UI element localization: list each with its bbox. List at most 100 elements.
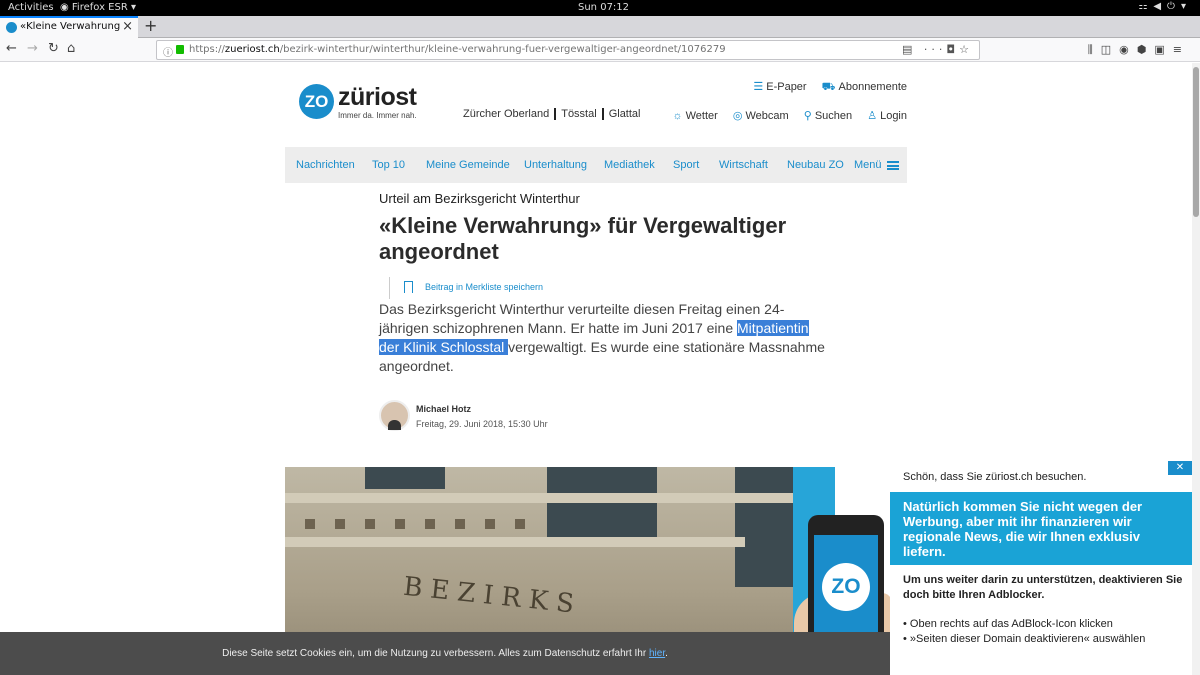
epaper-link[interactable]: ☰ E-Paper (753, 81, 806, 93)
activities-button[interactable]: Activities (8, 2, 54, 13)
url-host: zueriost.ch (224, 44, 280, 55)
adblock-message: Natürlich kommen Sie nicht wegen der Wer… (890, 492, 1192, 565)
photo-dentil (305, 519, 315, 529)
photo-dentil (335, 519, 345, 529)
nav-item[interactable]: Sport (673, 159, 699, 171)
url-actions: ▤ ···◘☆ (902, 43, 973, 56)
photo-ledge (285, 493, 795, 503)
top-links: ☰ E-Paper ⛟ Abonnemente (741, 80, 907, 95)
logo-mark[interactable]: ZO (299, 84, 334, 119)
home-icon[interactable]: ⌂ (67, 41, 75, 56)
article-headline: «Kleine Verwahrung» für Vergewaltiger an… (379, 213, 787, 264)
adblock-step: Oben rechts auf das AdBlock-Icon klicken (903, 617, 1145, 632)
author-avatar[interactable] (379, 400, 410, 431)
sun-icon: ☼ (672, 110, 683, 122)
cookie-banner: Diese Seite setzt Cookies ein, um die Nu… (0, 632, 890, 675)
region-link[interactable]: Tösstal (554, 108, 602, 120)
nav-item[interactable]: Meine Gemeinde (426, 159, 510, 171)
photo-dentil (455, 519, 465, 529)
search-link[interactable]: ⚲ Suchen (804, 110, 852, 122)
info-icon[interactable]: ⓘ (163, 44, 173, 59)
nav-item[interactable]: Neubau ZO (787, 159, 844, 171)
nav-item[interactable]: Unterhaltung (524, 159, 587, 171)
weather-label: Wetter (685, 110, 718, 122)
photo-dentil (365, 519, 375, 529)
system-tray[interactable]: ⚏◀⏻▾ (1138, 1, 1192, 12)
logo-name[interactable]: züriost (338, 83, 417, 112)
star-icon[interactable]: ☆ (959, 43, 973, 56)
library-icon[interactable]: ⫼ (1088, 43, 1101, 56)
volume-icon: ◀ (1153, 1, 1168, 12)
new-tab-icon[interactable]: + (144, 16, 157, 35)
cart-icon: ⛟ (821, 81, 836, 93)
web-page: ZO züriost Immer da. Immer nah. Zürcher … (0, 63, 1192, 675)
epaper-icon: ☰ (753, 81, 764, 93)
login-link[interactable]: ♙ Login (867, 110, 907, 122)
nav-item[interactable]: Nachrichten (296, 159, 355, 171)
photo-window (365, 467, 445, 489)
bookmark-icon[interactable] (404, 281, 413, 293)
privacy-link[interactable]: hier (649, 648, 665, 659)
author-name[interactable]: Michael Hotz (416, 404, 471, 414)
sidebar-icon[interactable]: ◫ (1101, 43, 1119, 56)
nav-item[interactable]: Mediathek (604, 159, 655, 171)
cookie-text-end: . (665, 648, 668, 659)
webcam-label: Webcam (745, 110, 789, 122)
main-navigation: Nachrichten Top 10 Meine Gemeinde Unterh… (285, 147, 907, 183)
article-kicker: Urteil am Bezirksgericht Winterthur (379, 191, 580, 206)
nav-item[interactable]: Top 10 (372, 159, 405, 171)
app-menu[interactable]: ◉ Firefox ESR ▾ (60, 2, 136, 13)
nav-item-menu[interactable]: Menü (854, 159, 882, 171)
abo-link[interactable]: ⛟ Abonnemente (822, 81, 907, 93)
logo-slogan: Immer da. Immer nah. (338, 111, 417, 120)
photo-dentil (515, 519, 525, 529)
adblock-greeting: Schön, dass Sie züriost.ch besuchen. (903, 471, 1087, 483)
navigation-toolbar: ← → ↻ ⌂ ⓘ https://zueriost.ch/bezirk-win… (0, 38, 1200, 62)
lead-text: Das Bezirksgericht Winterthur verurteilt… (379, 301, 785, 336)
reload-icon[interactable]: ↻ (48, 41, 59, 56)
power-icon: ⏻ (1167, 1, 1181, 12)
scrollbar-thumb[interactable] (1193, 67, 1199, 217)
epaper-label: E-Paper (766, 81, 807, 93)
screenshot-icon[interactable]: ▣ (1154, 43, 1172, 56)
webcam-link[interactable]: ◎ Webcam (733, 110, 789, 122)
phone-screen: ZO (814, 535, 878, 641)
pocket-icon[interactable]: ◘ (946, 43, 959, 56)
url-bar[interactable]: ⓘ https://zueriost.ch/bezirk-winterthur/… (156, 40, 980, 60)
photo-dentil (395, 519, 405, 529)
photo-engraving: BEZIRKS (401, 571, 584, 621)
cookie-text: Diese Seite setzt Cookies ein, um die Nu… (222, 648, 649, 659)
adblock-step: »Seiten dieser Domain deaktivieren« ausw… (903, 632, 1145, 647)
adblock-steps: Oben rechts auf das AdBlock-Icon klicken… (903, 617, 1145, 647)
photo-ledge (285, 537, 745, 547)
reader-icon[interactable]: ▤ (902, 43, 916, 56)
system-top-bar: Activities ◉ Firefox ESR ▾ Sun 07:12 ⚏◀⏻… (0, 0, 1200, 16)
weather-link[interactable]: ☼ Wetter (673, 110, 718, 122)
extension-icon[interactable]: ◉ (1119, 43, 1137, 56)
menu-icon[interactable]: ≡ (1173, 43, 1190, 56)
webcam-icon: ◎ (732, 110, 743, 122)
close-icon[interactable]: ✕ (1168, 461, 1192, 475)
abo-label: Abonnemente (838, 81, 908, 93)
region-link[interactable]: Zürcher Oberland (463, 108, 554, 120)
photo-dentil (485, 519, 495, 529)
photo-dentil (425, 519, 435, 529)
phone-logo: ZO (822, 563, 870, 611)
bookmark-divider (389, 277, 390, 299)
page-scrollbar[interactable] (1192, 63, 1200, 675)
hamburger-icon[interactable] (887, 161, 899, 170)
browser-tab[interactable]: «Kleine Verwahrung» für × (0, 16, 138, 38)
search-label: Suchen (814, 110, 853, 122)
bookmark-link[interactable]: Beitrag in Merkliste speichern (425, 282, 543, 292)
nav-item[interactable]: Wirtschaft (719, 159, 768, 171)
region-link[interactable]: Glattal (601, 108, 646, 120)
close-tab-icon[interactable]: × (122, 19, 133, 34)
forward-icon[interactable]: → (27, 41, 38, 56)
adblock-icon[interactable]: ⬢ (1137, 43, 1155, 56)
utility-links: ☼ Wetter ◎ Webcam ⚲ Suchen ♙ Login (661, 109, 907, 122)
toolbar-right: ⫼◫◉⬢▣≡ (1088, 43, 1190, 57)
clock[interactable]: Sun 07:12 (578, 2, 629, 13)
more-icon[interactable]: ··· (924, 43, 947, 56)
login-label: Login (880, 110, 907, 122)
back-icon[interactable]: ← (6, 41, 17, 56)
